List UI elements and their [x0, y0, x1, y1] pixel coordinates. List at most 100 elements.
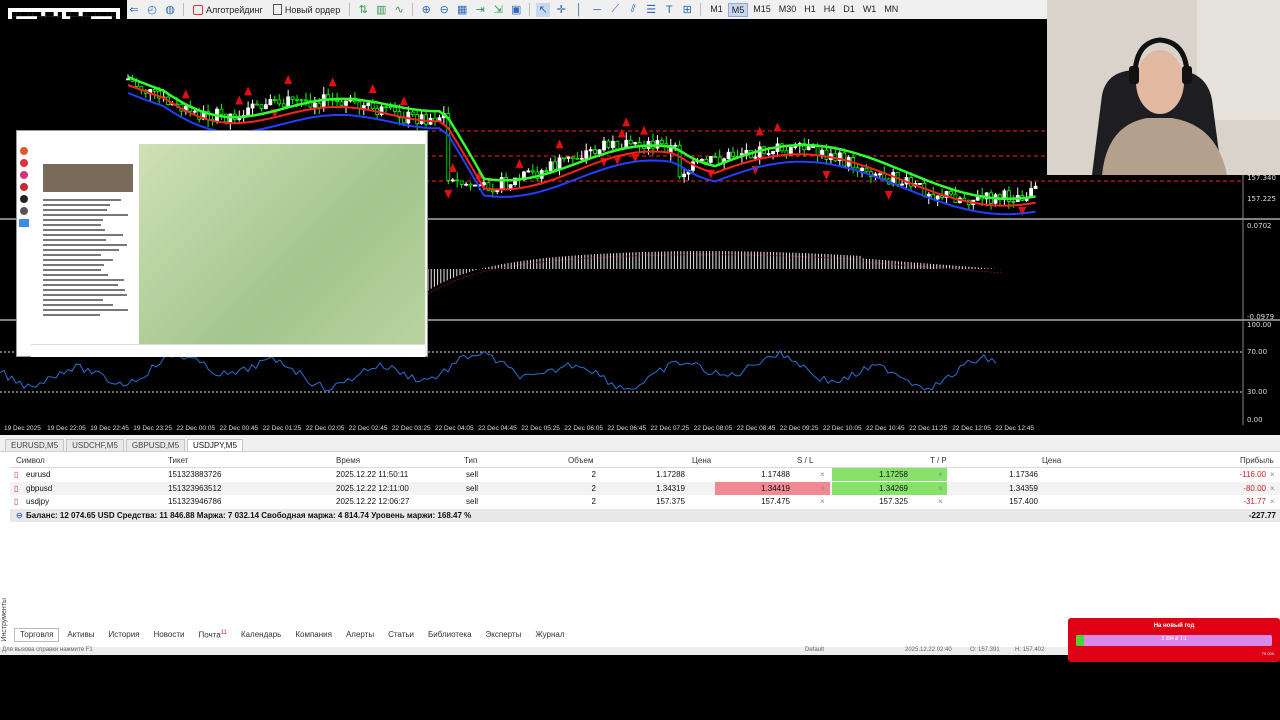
- text-line: [43, 274, 108, 276]
- algotrading-button[interactable]: Алготрейдинг: [190, 2, 266, 17]
- col-symbol[interactable]: Символ: [16, 454, 45, 467]
- chat-avatar[interactable]: [20, 147, 28, 155]
- remove-profit-icon[interactable]: ×: [1270, 482, 1275, 495]
- status-datetime: 2025.12.22 02:40: [905, 647, 952, 653]
- col-ticket[interactable]: Тикет: [168, 454, 188, 467]
- chat-avatar[interactable]: [20, 171, 28, 179]
- tab-label: Журнал: [535, 630, 565, 639]
- message-bubble: [31, 144, 139, 344]
- cell-price: 157.375: [656, 497, 685, 506]
- col-profit[interactable]: Прибыль: [1240, 454, 1274, 467]
- scroll-back-icon[interactable]: ⇐: [127, 3, 141, 17]
- candle-body: [1011, 201, 1016, 203]
- tab-9[interactable]: Библиотека: [422, 628, 478, 642]
- timeframe-mn[interactable]: MN: [881, 3, 901, 17]
- horizontal-line-icon[interactable]: ─: [590, 3, 604, 17]
- col-type[interactable]: Тип: [464, 454, 477, 467]
- tab-label: Алерты: [345, 630, 375, 639]
- cell-ticket: 151323946786: [168, 497, 222, 506]
- depth-of-market-icon[interactable]: ⇅: [356, 3, 370, 17]
- chart-tab[interactable]: EURUSD,M5: [5, 439, 65, 451]
- zoom-out-icon[interactable]: ⊖: [437, 3, 451, 17]
- tab-label: Новости: [153, 630, 185, 639]
- trendline-icon[interactable]: ⟋: [608, 3, 622, 17]
- remove-profit-icon[interactable]: ×: [1270, 468, 1275, 481]
- tab-8[interactable]: Статьи: [382, 628, 420, 642]
- globe-icon[interactable]: ◍: [163, 3, 177, 17]
- chat-avatar[interactable]: [19, 219, 29, 227]
- col-time[interactable]: Время: [336, 454, 360, 467]
- timeframe-d1[interactable]: D1: [840, 3, 858, 17]
- table-row[interactable]: ▯ usdjpy 151323946786 2025.12.22 12:06:27 se…: [10, 495, 1280, 508]
- refresh-icon[interactable]: ◴: [145, 3, 159, 17]
- qr-module: [66, 12, 71, 17]
- timeframe-m15[interactable]: M15: [750, 3, 774, 17]
- candle-body: [935, 195, 940, 200]
- timeframe-m5[interactable]: M5: [727, 2, 749, 17]
- cell-cur_price: 157.400: [1009, 497, 1038, 506]
- timeframe-h4[interactable]: H4: [821, 3, 839, 17]
- remove-sl-icon[interactable]: ×: [820, 482, 825, 495]
- chat-avatar[interactable]: [20, 183, 28, 191]
- date-tick: 22 Dec 02:05: [305, 425, 345, 432]
- shapes-icon[interactable]: ⊞: [680, 3, 694, 17]
- col-current-price[interactable]: Цена: [1042, 454, 1061, 467]
- table-row[interactable]: ▯ gbpusd 151323963512 2025.12.22 12:11:00 se…: [10, 481, 1280, 495]
- col-price[interactable]: Цена: [692, 454, 711, 467]
- tab-0[interactable]: Торговля: [14, 628, 60, 642]
- fibonacci-icon[interactable]: ☰: [644, 3, 658, 17]
- tab-3[interactable]: Новости: [148, 628, 191, 642]
- chart-shift-icon[interactable]: ⇲: [491, 3, 505, 17]
- candle-body: [864, 167, 869, 173]
- tab-6[interactable]: Компания: [289, 628, 338, 642]
- tab-4[interactable]: Почта11: [192, 628, 232, 642]
- chat-avatar[interactable]: [20, 159, 28, 167]
- tab-5[interactable]: Календарь: [235, 628, 287, 642]
- candle-body: [410, 111, 415, 115]
- timeframe-m30[interactable]: M30: [776, 3, 800, 17]
- zoom-in-icon[interactable]: ⊕: [419, 3, 433, 17]
- table-row[interactable]: ▯ eurusd 151323883726 2025.12.22 11:50:11 se…: [10, 468, 1280, 481]
- chat-avatar[interactable]: [20, 195, 28, 203]
- bar-chart-icon[interactable]: ▥: [374, 3, 388, 17]
- tab-7[interactable]: Алерты: [340, 628, 380, 642]
- qr-module: [99, 12, 104, 17]
- col-sl[interactable]: S / L: [797, 454, 813, 467]
- remove-tp-icon[interactable]: ×: [938, 468, 943, 481]
- vertical-line-icon[interactable]: │: [572, 3, 586, 17]
- remove-sl-icon[interactable]: ×: [820, 468, 825, 481]
- tab-2[interactable]: История: [102, 628, 145, 642]
- message-input[interactable]: [31, 344, 425, 357]
- tile-windows-icon[interactable]: ▦: [455, 3, 469, 17]
- remove-tp-icon[interactable]: ×: [938, 482, 943, 495]
- new-order-button[interactable]: Новый ордер: [270, 2, 343, 17]
- col-tp[interactable]: T / P: [930, 454, 947, 467]
- chart-tab[interactable]: USDJPY,M5: [187, 439, 243, 451]
- instruments-side-label[interactable]: Инструменты: [1, 598, 8, 642]
- qr-module: [111, 12, 117, 17]
- telegram-window[interactable]: [16, 130, 428, 357]
- chart-tab[interactable]: USDCHF,M5: [66, 439, 124, 451]
- tab-1[interactable]: Активы: [61, 628, 100, 642]
- timeframe-h1[interactable]: H1: [801, 3, 819, 17]
- remove-tp-icon[interactable]: ×: [938, 495, 943, 508]
- timeframe-m1[interactable]: M1: [707, 3, 726, 17]
- line-chart-icon[interactable]: ∿: [392, 3, 406, 17]
- text-line: [43, 219, 104, 221]
- auto-scroll-icon[interactable]: ⇥: [473, 3, 487, 17]
- channel-icon[interactable]: ⫽: [626, 3, 640, 17]
- remove-profit-icon[interactable]: ×: [1270, 495, 1275, 508]
- col-volume[interactable]: Объем: [568, 454, 594, 467]
- screenshot-icon[interactable]: ▣: [509, 3, 523, 17]
- chart-tab[interactable]: GBPUSD,M5: [125, 439, 186, 451]
- text-icon[interactable]: T: [662, 3, 676, 17]
- tab-10[interactable]: Эксперты: [480, 628, 528, 642]
- chat-avatar[interactable]: [20, 207, 28, 215]
- timeframe-w1[interactable]: W1: [860, 3, 880, 17]
- remove-sl-icon[interactable]: ×: [820, 495, 825, 508]
- candle-body: [602, 140, 606, 151]
- candle-body: [917, 183, 922, 185]
- cursor-icon[interactable]: ↖: [536, 2, 551, 17]
- crosshair-icon[interactable]: ✛: [554, 3, 568, 17]
- tab-11[interactable]: Журнал: [529, 628, 570, 642]
